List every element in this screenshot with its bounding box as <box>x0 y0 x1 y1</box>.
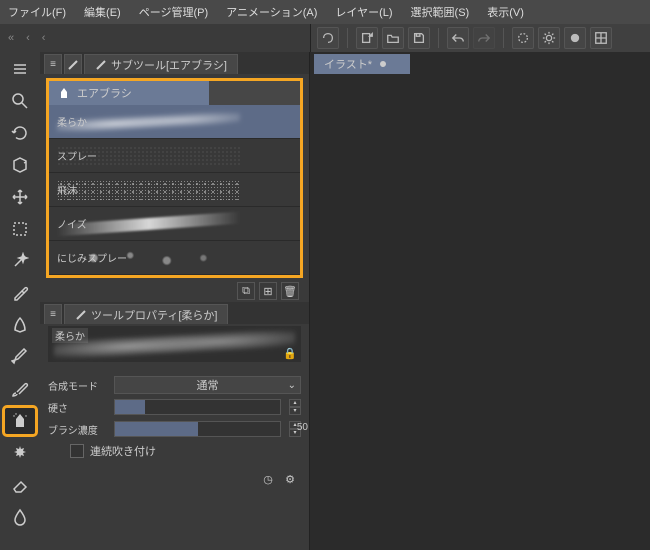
menu-anim[interactable]: アニメーション(A) <box>226 4 317 20</box>
subtool-group-empty[interactable] <box>209 81 300 105</box>
subtool-panel: ≡ サブツール[エアブラシ] エアブラシ 柔らか スプレー 飛沫 ノイズ にじみ… <box>40 52 310 550</box>
tool-pen[interactable] <box>5 312 35 338</box>
tool-palette <box>0 52 40 550</box>
record-icon[interactable] <box>564 27 586 49</box>
delete-subtool-btn[interactable]: 🗑 <box>281 282 299 300</box>
tool-airbrush[interactable] <box>5 408 35 434</box>
history-icon[interactable]: ◷ <box>259 470 277 488</box>
density-label: ブラシ濃度 <box>48 422 108 437</box>
panel-nav: « ‹ ‹ <box>0 24 310 52</box>
nav-collapse-icon[interactable]: « <box>8 32 14 44</box>
subtool-tab[interactable]: サブツール[エアブラシ] <box>84 54 238 74</box>
menu-edit[interactable]: 編集(E) <box>84 4 121 20</box>
tool-move[interactable] <box>5 184 35 210</box>
tool-marquee[interactable] <box>5 216 35 242</box>
brush-soft[interactable]: 柔らか <box>49 105 300 139</box>
lock-icon[interactable]: 🔒 <box>283 347 297 360</box>
tool-menu[interactable] <box>5 56 35 82</box>
blend-mode-select[interactable]: 通常 <box>114 376 301 394</box>
blend-mode-label: 合成モード <box>48 378 108 393</box>
new-doc-btn[interactable] <box>356 27 378 49</box>
toolproperty-tab[interactable]: ツールプロパティ[柔らか] <box>64 304 228 324</box>
redo-btn[interactable] <box>473 27 495 49</box>
brush-preview: 柔らか 🔒 <box>48 326 301 362</box>
lasso-btn[interactable] <box>317 27 339 49</box>
subtool-highlight-box: エアブラシ 柔らか スプレー 飛沫 ノイズ にじみスプレー <box>46 78 303 278</box>
panel-menu-icon[interactable]: ≡ <box>44 54 62 74</box>
menu-page[interactable]: ページ管理(P) <box>139 4 208 20</box>
tool-object[interactable] <box>5 152 35 178</box>
menu-layer[interactable]: レイヤー(L) <box>335 4 392 20</box>
tool-eyedropper[interactable] <box>5 280 35 306</box>
document-title: イラスト* <box>324 56 372 72</box>
tool-pencil[interactable] <box>5 344 35 370</box>
menu-select[interactable]: 選択範囲(S) <box>411 4 470 20</box>
settings-icon[interactable]: ⚙ <box>281 470 299 488</box>
hardness-stepper[interactable]: ▴▾ <box>289 399 301 415</box>
brush-splash[interactable]: 飛沫 <box>49 173 300 207</box>
loading-icon <box>512 27 534 49</box>
tool-rotate[interactable] <box>5 120 35 146</box>
density-slider[interactable]: 50 <box>114 421 281 437</box>
hardness-label: 硬さ <box>48 400 108 415</box>
tool-brush[interactable] <box>5 376 35 402</box>
unsaved-dot-icon <box>380 61 386 67</box>
tool-wand[interactable] <box>5 248 35 274</box>
new-subtool-btn[interactable]: ⊞ <box>259 282 277 300</box>
undo-btn[interactable] <box>447 27 469 49</box>
canvas-area: イラスト* <box>310 52 650 550</box>
menu-file[interactable]: ファイル(F) <box>8 4 66 20</box>
command-bar <box>310 24 650 52</box>
save-btn[interactable] <box>408 27 430 49</box>
brush-list: 柔らか スプレー 飛沫 ノイズ にじみスプレー <box>49 105 300 275</box>
tool-zoom[interactable] <box>5 88 35 114</box>
brush-tab-icon[interactable] <box>64 54 82 74</box>
nav-back-icon[interactable]: ‹ <box>26 32 30 44</box>
menu-view[interactable]: 表示(V) <box>487 4 524 20</box>
nav-up-icon[interactable]: ‹ <box>42 32 46 44</box>
open-btn[interactable] <box>382 27 404 49</box>
airbrush-icon <box>57 86 71 100</box>
document-tab[interactable]: イラスト* <box>314 54 410 74</box>
tool-blend[interactable] <box>5 504 35 530</box>
duplicate-subtool-btn[interactable]: ⧉ <box>237 282 255 300</box>
continuous-label: 連続吹き付け <box>90 443 156 459</box>
tool-eraser[interactable] <box>5 472 35 498</box>
sun-icon[interactable] <box>538 27 560 49</box>
brush-spray[interactable]: スプレー <box>49 139 300 173</box>
menu-bar: ファイル(F) 編集(E) ページ管理(P) アニメーション(A) レイヤー(L… <box>0 0 650 24</box>
hardness-slider[interactable] <box>114 399 281 415</box>
grid-icon[interactable] <box>590 27 612 49</box>
continuous-checkbox[interactable] <box>70 444 84 458</box>
subtool-group-airbrush[interactable]: エアブラシ <box>49 81 209 105</box>
prop-menu-icon[interactable]: ≡ <box>44 304 62 324</box>
brush-noise[interactable]: ノイズ <box>49 207 300 241</box>
brush-blur-spray[interactable]: にじみスプレー <box>49 241 300 275</box>
tool-decoration[interactable] <box>5 440 35 466</box>
